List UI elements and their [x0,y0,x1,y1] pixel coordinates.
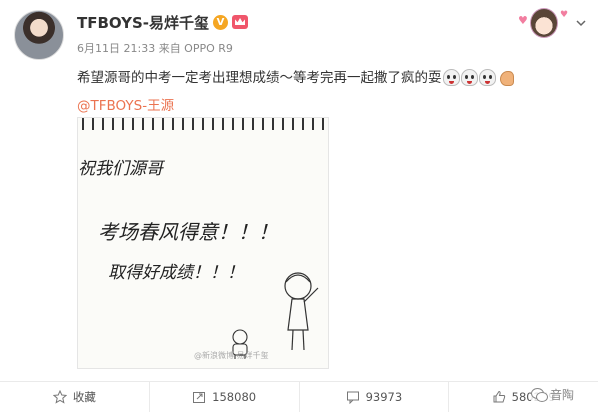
post-meta: 6月11日 21:33 来自 OPPO R9 [77,42,233,55]
handwritten-line-3: 取得好成绩！！！ [108,263,244,283]
thumbs-up-icon [493,390,505,403]
username[interactable]: TFBOYS-易烊千玺 [77,12,209,33]
weibo-post: TFBOYS-易烊千玺 V 6月11日 21:33 来自 OPPO R9 ♥ ♥… [0,0,598,412]
mention-link[interactable]: @TFBOYS-王源 [77,94,174,114]
decoration-card-icon: ♥ ♥ [516,6,568,40]
heart-icon: ♥ [560,10,569,20]
notebook-spiral [78,118,328,130]
star-icon [52,390,67,404]
cartoon-boy-drawing [284,272,319,351]
ghost-emoji-icon [442,69,460,86]
username-row: TFBOYS-易烊千玺 V [77,11,249,33]
repost-icon [193,392,206,403]
verified-badge-icon: V [213,14,229,30]
user-avatar[interactable] [14,10,64,60]
wechat-account-watermark: 音陶 [530,386,574,403]
favorite-button[interactable]: 收藏 [0,382,150,412]
top-right-area: ♥ ♥ [516,6,588,40]
muscle-emoji-icon [498,69,515,86]
action-bar: 收藏 158080 93973 580269 [0,381,598,412]
heart-icon: ♥ [518,14,528,27]
chevron-down-icon[interactable] [574,16,588,30]
watermark-text: 音陶 [549,388,574,402]
like-button[interactable]: 580269 [449,382,598,412]
post-text: 希望源哥的中考一定考出理想成绩～等考完再一起撒了疯的耍 [77,70,442,86]
comment-icon [346,391,359,404]
ghost-emoji-icon [460,69,478,86]
ghost-emoji-icon [478,69,496,86]
wechat-icon [530,388,548,402]
repost-button[interactable]: 158080 [150,382,300,412]
member-crown-icon [232,15,249,29]
post-text-row: 希望源哥的中考一定考出理想成绩～等考完再一起撒了疯的耍 [77,68,587,88]
comment-button[interactable]: 93973 [300,382,450,412]
handwritten-line-2: 考场春风得意！！！ [98,220,278,244]
repost-count: 158080 [212,390,257,404]
comment-count: 93973 [365,390,403,404]
cartoon-face-icon [530,8,558,38]
image-watermark: @新浪微博 易烊千玺 [194,351,269,360]
favorite-label: 收藏 [72,390,96,404]
handwritten-line-1: 祝我们源哥 [78,159,163,179]
post-image[interactable]: 祝我们源哥 考场春风得意！！！ 取得好成绩！！！ @新浪微博 易烊千玺 [77,117,329,369]
